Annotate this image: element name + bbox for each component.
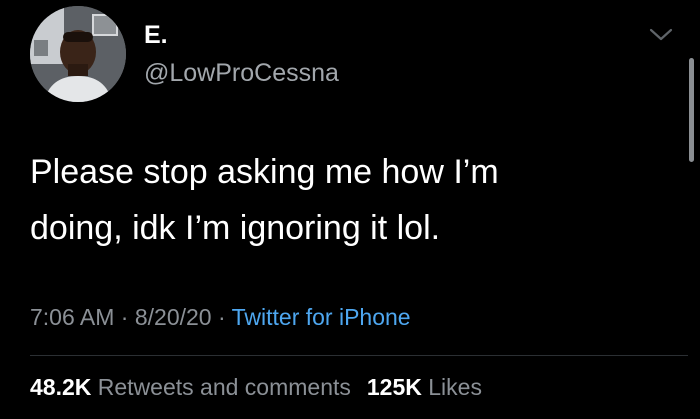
display-name[interactable]: E.	[144, 20, 168, 50]
tweet-time[interactable]: 7:06 AM	[30, 304, 114, 330]
retweets-count[interactable]: 48.2K	[30, 374, 91, 400]
avatar[interactable]	[30, 6, 126, 102]
tweet-text-line-2: doing, idk I’m ignoring it lol.	[30, 209, 441, 247]
likes-label[interactable]: Likes	[428, 374, 482, 400]
tweet-text-line-1: Please stop asking me how I’m	[30, 153, 499, 191]
retweets-label[interactable]: Retweets and comments	[98, 374, 351, 400]
tweet-date[interactable]: 8/20/20	[135, 304, 212, 330]
likes-count[interactable]: 125K	[367, 374, 422, 400]
user-handle[interactable]: @LowProCessna	[144, 58, 339, 88]
scrollbar-thumb[interactable]	[689, 58, 694, 162]
meta-separator: ·	[114, 304, 135, 330]
meta-separator: ·	[211, 304, 232, 330]
chevron-down-icon[interactable]	[648, 24, 674, 44]
tweet-meta: 7:06 AM · 8/20/20 · Twitter for iPhone	[30, 302, 411, 332]
tweet-text: Please stop asking me how I’m doing, idk…	[30, 144, 670, 256]
tweet-source-link[interactable]: Twitter for iPhone	[232, 304, 411, 330]
tweet-card: E. @LowProCessna Please stop asking me h…	[0, 0, 700, 419]
divider	[30, 355, 688, 356]
engagement-stats: 48.2K Retweets and comments 125K Likes	[30, 372, 482, 402]
